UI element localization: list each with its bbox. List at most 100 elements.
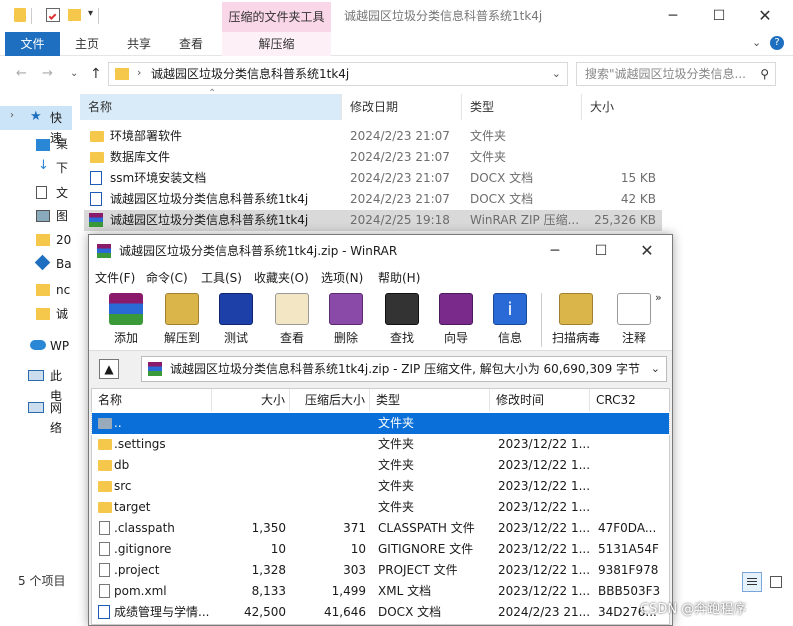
sidebar-item-downloads[interactable]: 下 <box>56 158 68 178</box>
folder-icon <box>98 418 112 429</box>
toolbar-overflow-icon[interactable]: » <box>655 291 662 304</box>
sidebar-item-quick-access[interactable]: 快速 <box>50 108 72 145</box>
column-type[interactable]: 类型 <box>462 94 582 120</box>
expand-chevron-icon[interactable]: › <box>10 110 14 121</box>
test-button[interactable]: 测试 <box>207 291 265 349</box>
menu-help[interactable]: 帮助(H) <box>378 269 420 286</box>
archive-row[interactable]: .settings 文件夹 2023/12/22 1... <box>92 434 669 455</box>
wr-column-size[interactable]: 大小 <box>212 389 290 411</box>
close-button[interactable]: ✕ <box>742 0 788 32</box>
sidebar-item-documents[interactable]: 文 <box>56 183 68 203</box>
archive-row[interactable]: .. 文件夹 <box>91 412 670 435</box>
tab-home[interactable]: 主页 <box>66 32 108 56</box>
add-button[interactable]: 添加 <box>97 291 155 349</box>
view-button[interactable]: 查看 <box>263 291 321 349</box>
sidebar-item-ba[interactable]: Ba <box>56 254 72 274</box>
info-button[interactable]: i 信息 <box>481 291 539 349</box>
new-folder-icon[interactable] <box>68 9 81 21</box>
archive-item-type: 文件夹 <box>378 500 415 514</box>
winrar-minimize-button[interactable]: ─ <box>532 235 578 267</box>
menu-options[interactable]: 选项(N) <box>321 269 363 286</box>
customize-qat-icon[interactable]: ▾ <box>88 8 93 19</box>
docx-icon <box>98 605 110 619</box>
wr-column-name[interactable]: 名称 <box>92 389 212 411</box>
help-icon[interactable]: ? <box>770 36 784 50</box>
address-bar[interactable]: › 诚越园区垃圾分类信息科普系统1tk4j ⌄ <box>108 62 568 86</box>
sidebar-item-cheng[interactable]: 诚 <box>56 304 68 324</box>
wizard-button[interactable]: 向导 <box>427 291 485 349</box>
watermark: CSDN @奔跑程序 <box>640 602 747 617</box>
search-placeholder: 搜索"诚越园区垃圾分类信息... <box>585 67 746 81</box>
virus-scan-button[interactable]: 扫描病毒 <box>547 291 605 349</box>
sidebar-item-network[interactable]: 网络 <box>50 398 72 435</box>
folder-icon <box>14 8 26 22</box>
menu-favorites[interactable]: 收藏夹(O) <box>254 269 309 286</box>
column-modified[interactable]: 修改日期 <box>342 94 462 120</box>
extract-to-button[interactable]: 解压到 <box>153 291 211 349</box>
archive-row[interactable]: .project 1,328 303 PROJECT 文件 2023/12/22 1..… <box>92 560 669 581</box>
large-icons-view-icon[interactable] <box>766 572 786 592</box>
archive-row[interactable]: pom.xml 8,133 1,499 XML 文档 2023/12/22 1... BB… <box>92 581 669 602</box>
archive-item-type: XML 文档 <box>378 584 432 598</box>
archive-row[interactable]: db 文件夹 2023/12/22 1... <box>92 455 669 476</box>
archive-row[interactable]: .classpath 1,350 371 CLASSPATH 文件 2023/12/22… <box>92 518 669 539</box>
comment-icon <box>617 293 651 325</box>
archive-item-packed: 41,646 <box>324 605 366 619</box>
up-arrow-icon[interactable]: ↑ <box>90 66 102 82</box>
archive-row[interactable]: .gitignore 10 10 GITIGNORE 文件 2023/12/22 1..… <box>92 539 669 560</box>
archive-item-name: pom.xml <box>114 584 167 598</box>
archive-path-combo[interactable]: 诚越园区垃圾分类信息科普系统1tk4j.zip - ZIP 压缩文件, 解包大小… <box>141 356 667 382</box>
wr-column-packed[interactable]: 压缩后大小 <box>290 389 370 411</box>
column-size[interactable]: 大小 <box>582 94 662 120</box>
chevron-down-icon[interactable]: ⌄ <box>651 357 660 381</box>
file-date: 2024/2/23 21:07 <box>350 192 450 206</box>
archive-row[interactable]: 成绩管理与学情... 42,500 41,646 DOCX 文档 2024/2/23 2… <box>92 602 669 623</box>
file-row[interactable]: 诚越园区垃圾分类信息科普系统1tk4j 2024/2/23 21:07 DOCX 文… <box>84 189 662 210</box>
toolbar-divider <box>541 293 542 347</box>
menu-file[interactable]: 文件(F) <box>95 269 135 286</box>
winrar-maximize-button[interactable]: ☐ <box>578 235 624 267</box>
delete-button[interactable]: 删除 <box>317 291 375 349</box>
file-row[interactable]: ssm环境安装文档 2024/2/23 21:07 DOCX 文档 15 KB <box>84 168 662 189</box>
maximize-button[interactable]: ☐ <box>696 0 742 32</box>
winrar-title: 诚越园区垃圾分类信息科普系统1tk4j.zip - WinRAR <box>119 244 398 258</box>
chevron-down-icon[interactable]: ⌄ <box>752 36 761 49</box>
file-row[interactable]: 环境部署软件 2024/2/23 21:07 文件夹 <box>84 126 662 147</box>
folder-icon <box>98 439 112 450</box>
archive-item-size: 8,133 <box>251 584 286 598</box>
tab-file[interactable]: 文件 <box>5 32 60 56</box>
back-arrow-icon[interactable]: ← <box>16 66 27 81</box>
file-row[interactable]: 诚越园区垃圾分类信息科普系统1tk4j 2024/2/25 19:18 WinRAR… <box>84 210 662 231</box>
tab-view[interactable]: 查看 <box>170 32 212 56</box>
search-input[interactable]: 搜索"诚越园区垃圾分类信息... ⚲ <box>576 62 776 86</box>
minimize-button[interactable]: ─ <box>650 0 696 32</box>
archive-item-mtime: 2023/12/22 1... <box>498 542 590 556</box>
dropdown-chevron-icon[interactable]: ⌄ <box>552 67 561 80</box>
folder-icon <box>90 131 104 142</box>
wr-column-type[interactable]: 类型 <box>370 389 490 411</box>
sidebar-item-wps[interactable]: WP <box>50 336 69 356</box>
archive-row[interactable]: target 文件夹 2023/12/22 1... <box>92 497 669 518</box>
archive-row[interactable]: src 文件夹 2023/12/22 1... <box>92 476 669 497</box>
sidebar-item-desktop[interactable]: 桌 <box>56 134 68 154</box>
sidebar-item-this-pc[interactable]: 此电 <box>50 366 72 403</box>
up-one-level-button[interactable]: ▲ <box>99 359 119 379</box>
winrar-close-button[interactable]: ✕ <box>624 235 670 267</box>
forward-arrow-icon[interactable]: → <box>42 66 53 81</box>
menu-tools[interactable]: 工具(S) <box>201 269 242 286</box>
sidebar-item-folder-20[interactable]: 20 <box>56 230 71 250</box>
sidebar-item-pictures[interactable]: 图 <box>56 206 68 226</box>
recent-chevron-icon[interactable]: ⌄ <box>70 68 78 79</box>
menu-commands[interactable]: 命令(C) <box>146 269 188 286</box>
tab-extract[interactable]: 解压缩 <box>222 32 331 56</box>
file-row[interactable]: 数据库文件 2024/2/23 21:07 文件夹 <box>84 147 662 168</box>
properties-icon[interactable] <box>46 8 60 22</box>
wr-column-mtime[interactable]: 修改时间 <box>490 389 590 411</box>
details-view-icon[interactable] <box>742 572 762 592</box>
find-button[interactable]: 查找 <box>373 291 431 349</box>
compressed-folder-tools-tab[interactable]: 压缩的文件夹工具 <box>222 2 331 32</box>
wr-column-crc[interactable]: CRC32 <box>590 389 669 411</box>
search-icon[interactable]: ⚲ <box>760 63 769 85</box>
sidebar-item-nc[interactable]: nc <box>56 280 70 300</box>
tab-share[interactable]: 共享 <box>118 32 160 56</box>
